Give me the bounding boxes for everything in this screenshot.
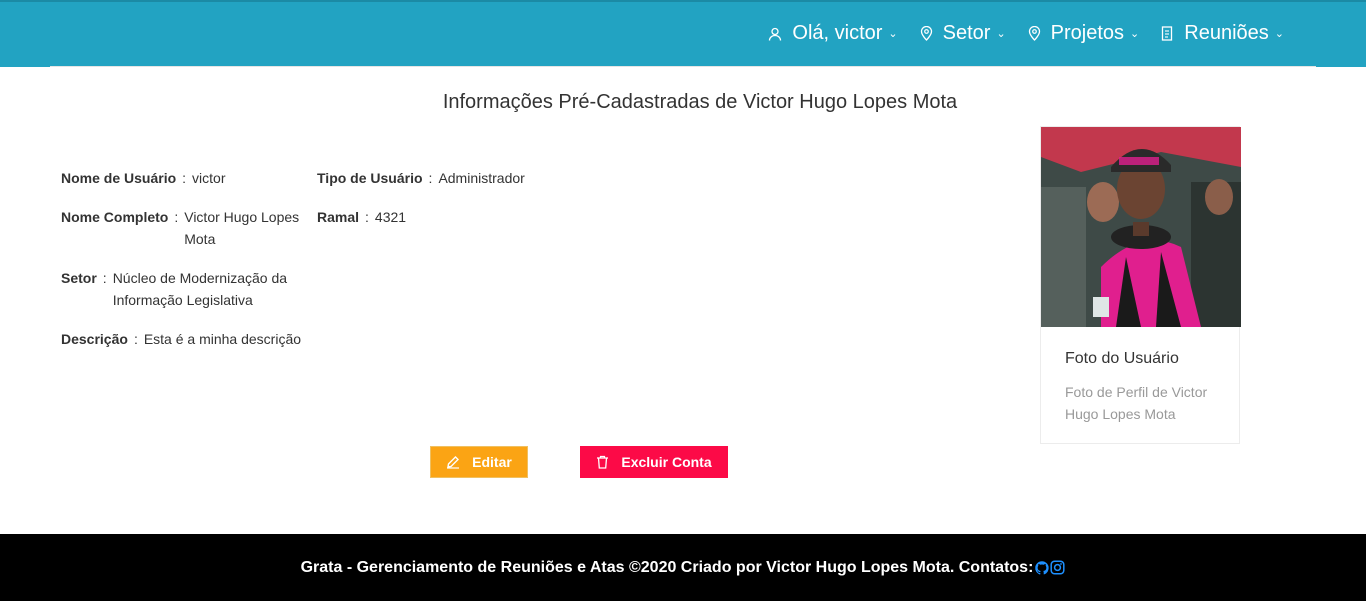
- field-label: Descrição: [61, 331, 128, 347]
- field-separator: :: [133, 331, 138, 347]
- delete-account-button[interactable]: Excluir Conta: [580, 446, 728, 478]
- edit-button-label: Editar: [472, 454, 512, 470]
- card-title: Foto do Usuário: [1065, 350, 1179, 367]
- field-label: Nome de Usuário: [61, 170, 177, 186]
- map-pin-icon: [920, 26, 932, 41]
- field-ramal: Ramal : 4321: [317, 206, 406, 228]
- field-value: 4321: [374, 209, 407, 225]
- profile-photo-image: [1041, 127, 1241, 327]
- field-label: Tipo de Usuário: [317, 170, 423, 186]
- field-value: Esta é a minha descrição: [143, 331, 302, 347]
- user-icon: [769, 27, 782, 41]
- footer-text: Grata - Gerenciamento de Reuniões e Atas…: [300, 558, 1034, 576]
- chevron-down-icon: ⌄: [888, 28, 898, 40]
- field-value: Victor Hugo Lopes Mota: [184, 209, 300, 247]
- field-descricao: Descrição : Esta é a minha descrição: [61, 328, 301, 350]
- field-user-type: Tipo de Usuário : Administrador: [317, 167, 525, 189]
- page-title: Informações Pré-Cadastradas de Victor Hu…: [442, 91, 958, 113]
- field-separator: :: [365, 209, 369, 225]
- main-nav: Olá, victor ⌄ Setor ⌄ Projetos ⌄ Reuniõe…: [768, 22, 1284, 45]
- pencil-icon: [447, 456, 460, 469]
- nav-user-label: Olá, victor: [792, 22, 883, 44]
- card-description: Foto de Perfil de Victor Hugo Lopes Mota: [1065, 384, 1208, 422]
- field-separator: :: [182, 170, 187, 186]
- profile-photo-card: Foto do Usuário Foto de Perfil de Victor…: [1040, 126, 1241, 444]
- github-icon[interactable]: [1034, 560, 1050, 576]
- nav-reunioes[interactable]: Reuniões ⌄: [1161, 22, 1284, 45]
- nav-projetos[interactable]: Projetos ⌄: [1028, 22, 1140, 45]
- content-divider: [50, 66, 1316, 67]
- field-setor: Setor : Núcleo de Modernização da Inform…: [61, 267, 293, 311]
- profile-photo: [1041, 127, 1241, 327]
- nav-projetos-label: Projetos: [1050, 22, 1125, 44]
- map-pin-icon: [1028, 26, 1040, 41]
- field-value: Núcleo de Modernização da Informação Leg…: [112, 270, 288, 308]
- field-value: victor: [192, 170, 226, 186]
- header-bar: Olá, victor ⌄ Setor ⌄ Projetos ⌄ Reuniõe…: [0, 0, 1366, 67]
- contact-icons: [1034, 560, 1065, 576]
- trash-icon: [597, 455, 609, 469]
- chevron-down-icon: ⌄: [996, 28, 1006, 40]
- field-label: Setor: [61, 270, 97, 286]
- nav-setor-label: Setor: [942, 22, 991, 44]
- field-label: Nome Completo: [61, 209, 169, 225]
- field-username: Nome de Usuário : victor: [61, 167, 225, 189]
- edit-button[interactable]: Editar: [430, 446, 528, 478]
- document-icon: [1162, 26, 1173, 41]
- chevron-down-icon: ⌄: [1130, 28, 1140, 40]
- field-label: Ramal: [317, 209, 360, 225]
- nav-user-menu[interactable]: Olá, victor ⌄: [768, 22, 898, 45]
- field-full-name: Nome Completo : Victor Hugo Lopes Mota: [61, 206, 306, 250]
- field-separator: :: [102, 270, 107, 286]
- nav-reunioes-label: Reuniões: [1184, 22, 1269, 44]
- nav-setor[interactable]: Setor ⌄: [920, 22, 1006, 45]
- field-separator: :: [428, 170, 433, 186]
- field-separator: :: [174, 209, 179, 225]
- instagram-icon[interactable]: [1050, 560, 1065, 575]
- footer: Grata - Gerenciamento de Reuniões e Atas…: [0, 534, 1366, 601]
- delete-button-label: Excluir Conta: [621, 454, 712, 470]
- field-value: Administrador: [438, 170, 525, 186]
- chevron-down-icon: ⌄: [1274, 28, 1284, 40]
